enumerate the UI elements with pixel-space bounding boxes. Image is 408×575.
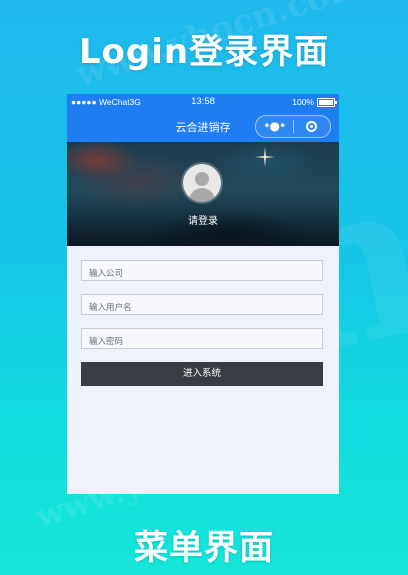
menu-dots-icon[interactable]: •●• (256, 116, 293, 137)
avatar-icon[interactable] (183, 164, 221, 202)
password-input[interactable] (82, 332, 322, 352)
battery-percent: 100% (292, 97, 314, 107)
battery-group: 100% (292, 97, 337, 107)
close-button[interactable] (294, 121, 331, 132)
miniprogram-capsule: •●• (255, 115, 331, 138)
company-input[interactable] (82, 264, 322, 284)
company-field-wrap (81, 260, 323, 284)
avatar-body (189, 188, 215, 202)
login-form: 进入系统 (67, 246, 339, 386)
phone-screen: ●●●●● WeChat3G 13:58 100% 云合进销存 •●• 请登录 (67, 94, 339, 494)
battery-icon (317, 97, 337, 107)
enter-system-button[interactable]: 进入系统 (81, 362, 323, 386)
username-input[interactable] (82, 298, 322, 318)
status-bar: ●●●●● WeChat3G 13:58 100% (67, 94, 339, 110)
section-caption: 菜单界面 (134, 528, 274, 568)
hero-banner: 请登录 (67, 142, 339, 246)
username-field-wrap (81, 294, 323, 318)
navigation-bar: 云合进销存 •●• (67, 110, 339, 142)
avatar-head (195, 172, 209, 186)
password-field-wrap (81, 328, 323, 352)
close-circle-icon (306, 121, 318, 132)
page-title: Login登录界面 (78, 32, 330, 72)
login-hint[interactable]: 请登录 (67, 212, 339, 227)
star-sparkle (255, 147, 275, 167)
